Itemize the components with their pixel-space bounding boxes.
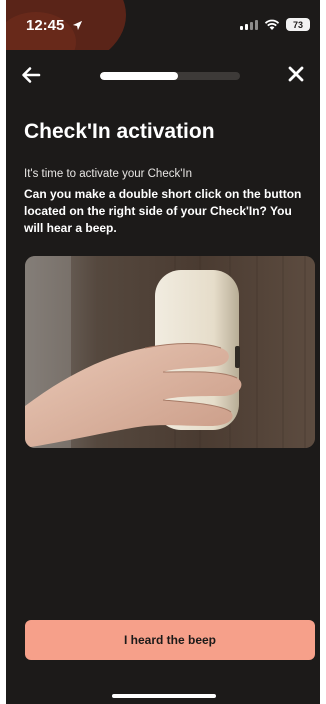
status-time-label: 12:45: [26, 17, 65, 34]
heard-beep-button[interactable]: I heard the beep: [25, 620, 315, 660]
activation-instruction: Can you make a double short click on the…: [24, 187, 302, 235]
status-bar: 12:45 73: [6, 0, 320, 50]
page-subtitle: It's time to activate your Check'In: [24, 168, 193, 180]
battery-level: 73: [292, 19, 303, 30]
close-button[interactable]: [286, 64, 308, 86]
home-indicator[interactable]: [112, 694, 216, 698]
signal-icon: [240, 19, 258, 30]
status-icons: 73: [240, 18, 310, 31]
battery-icon: 73: [286, 18, 310, 31]
onboarding-progress-bar: [100, 72, 240, 80]
device-photo: [25, 256, 315, 448]
device-photo-illustration: [25, 256, 315, 448]
phone-screen: 12:45 73 Check'In activation It's time t…: [6, 0, 320, 704]
navigation-bar: [6, 58, 320, 92]
wifi-icon: [264, 19, 280, 30]
arrow-left-icon: [22, 67, 41, 83]
page-title: Check'In activation: [24, 120, 215, 143]
back-button[interactable]: [20, 64, 44, 86]
location-arrow-icon: [72, 20, 82, 31]
close-icon: [288, 66, 304, 82]
onboarding-progress-fill: [100, 72, 179, 80]
status-time: 12:45: [26, 17, 83, 34]
